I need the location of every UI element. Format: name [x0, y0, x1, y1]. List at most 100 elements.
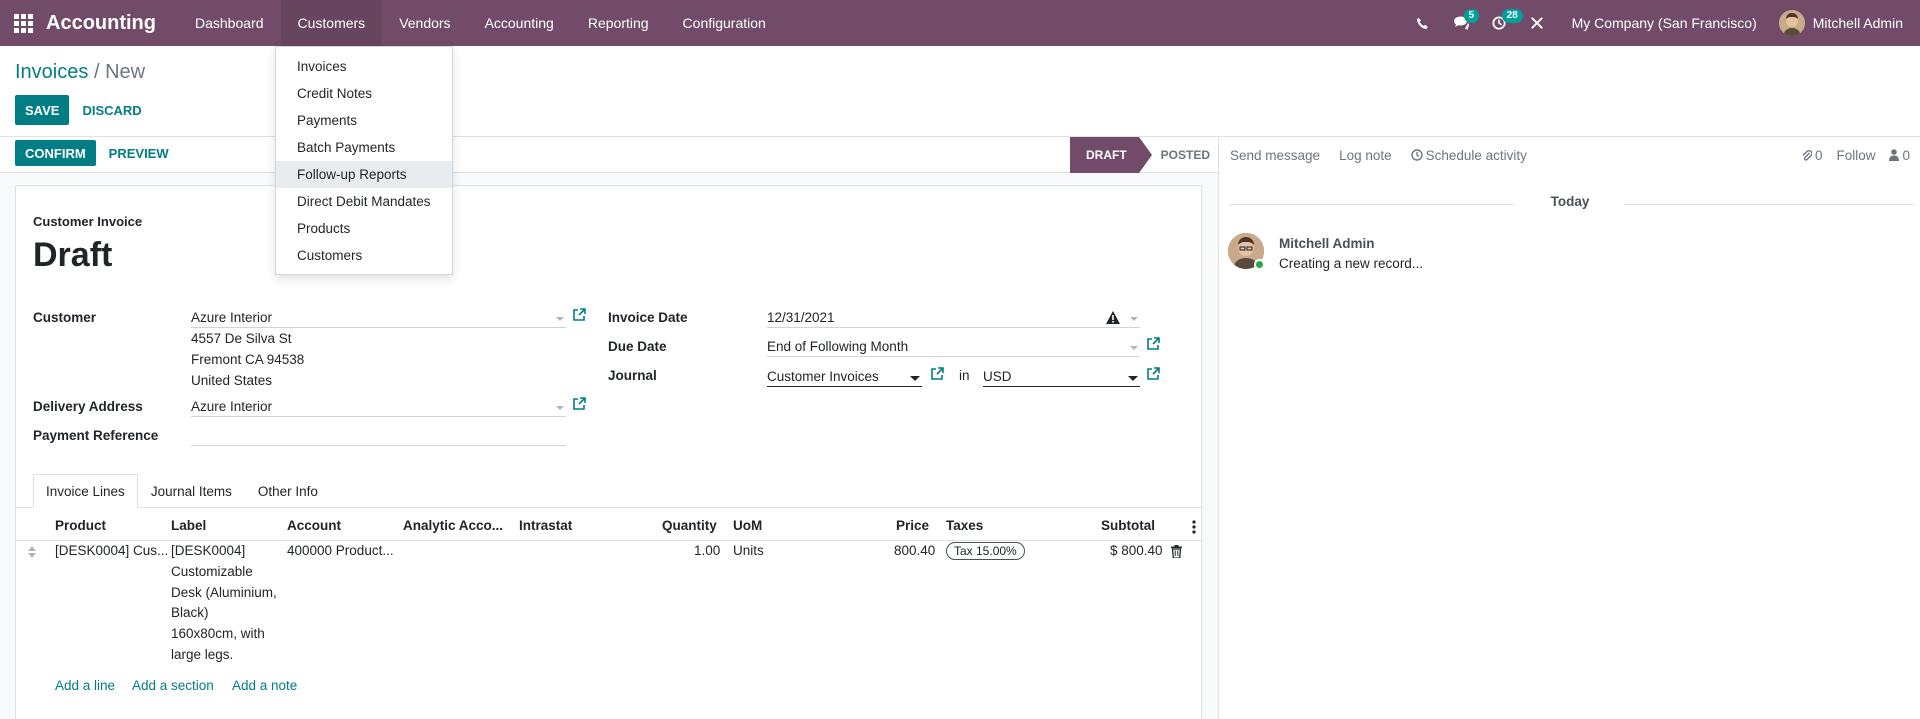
column-uom[interactable]: UoM — [733, 518, 762, 533]
phone-icon[interactable] — [1404, 0, 1442, 46]
cell-label-line-3: Desk (Aluminium, — [171, 585, 277, 600]
status-bar: Confirm Preview Draft Posted — [0, 137, 1218, 173]
column-options-icon[interactable] — [1192, 520, 1196, 534]
column-price[interactable]: Price — [896, 518, 929, 533]
column-analytic-account[interactable]: Analytic Acco... — [403, 518, 503, 533]
external-link-icon[interactable] — [930, 367, 944, 381]
status-step-posted[interactable]: Posted — [1139, 137, 1222, 173]
invoice-date-field[interactable]: 12/31/2021 — [767, 308, 1140, 328]
user-icon — [1889, 149, 1900, 161]
breadcrumb-current: New — [105, 61, 146, 83]
tools-icon[interactable] — [1518, 0, 1556, 46]
apps-icon[interactable] — [0, 0, 46, 46]
chat-icon[interactable]: 5 — [1442, 0, 1480, 46]
schedule-activity-button[interactable]: Schedule activity — [1410, 147, 1527, 163]
payment-reference-input[interactable] — [191, 426, 566, 446]
message-author[interactable]: Mitchell Admin — [1279, 236, 1375, 251]
menu-item-batch-payments[interactable]: Batch Payments — [276, 134, 452, 161]
delivery-address-label: Delivery Address — [33, 399, 143, 414]
preview-button[interactable]: Preview — [99, 140, 179, 166]
menu-accounting[interactable]: Accounting — [468, 0, 571, 46]
avatar — [1778, 10, 1805, 36]
tax-tag: Tax 15.00% — [946, 542, 1025, 560]
chevron-down-icon[interactable] — [1130, 317, 1138, 321]
confirm-button[interactable]: Confirm — [15, 140, 96, 166]
currency-select[interactable]: USD — [983, 367, 1140, 387]
column-product[interactable]: Product — [55, 518, 106, 533]
tab-journal-items[interactable]: Journal Items — [138, 474, 245, 508]
column-subtotal[interactable]: Subtotal — [1101, 518, 1155, 533]
address-line-1: 4557 De Silva St — [191, 331, 292, 346]
cell-price: 800.40 — [894, 543, 936, 558]
delivery-address-field[interactable]: Azure Interior — [191, 397, 566, 417]
trash-icon[interactable] — [1171, 545, 1182, 558]
send-message-button[interactable]: Send message — [1230, 148, 1320, 163]
delivery-address-value: Azure Interior — [191, 399, 273, 414]
menu-item-payments[interactable]: Payments — [276, 107, 452, 134]
warning-icon — [1106, 311, 1120, 324]
menu-item-customers[interactable]: Customers — [276, 242, 452, 269]
menu-item-follow-up-reports[interactable]: Follow-up Reports — [276, 161, 452, 188]
chevron-down-icon[interactable] — [556, 406, 564, 410]
follow-button[interactable]: Follow — [1836, 148, 1875, 163]
menu-customers[interactable]: Customers — [280, 0, 383, 46]
app-name[interactable]: Accounting — [46, 12, 156, 35]
tab-invoice-lines[interactable]: Invoice Lines — [33, 474, 138, 508]
external-link-icon[interactable] — [1146, 337, 1160, 351]
chevron-down-icon[interactable] — [556, 317, 564, 321]
chevron-down-icon[interactable] — [1128, 376, 1138, 381]
external-link-icon[interactable] — [572, 397, 586, 411]
followers-button[interactable]: 0 — [1889, 148, 1910, 163]
attachments-button[interactable]: 0 — [1802, 147, 1823, 163]
column-account[interactable]: Account — [287, 518, 341, 533]
external-link-icon[interactable] — [572, 308, 586, 322]
discard-button[interactable]: Discard — [72, 95, 151, 125]
clock-icon — [1410, 149, 1423, 161]
column-quantity[interactable]: Quantity — [662, 518, 717, 533]
column-label[interactable]: Label — [171, 518, 206, 533]
date-divider-right — [1624, 204, 1914, 205]
due-date-field[interactable]: End of Following Month — [767, 337, 1140, 357]
attachments-count: 0 — [1814, 147, 1823, 163]
company-switcher[interactable]: My Company (San Francisco) — [1556, 15, 1779, 31]
message-body: Creating a new record... — [1279, 256, 1424, 271]
clock-icon[interactable]: 28 — [1480, 0, 1523, 46]
chevron-down-icon[interactable] — [910, 376, 920, 381]
customer-value: Azure Interior — [191, 310, 273, 325]
save-button[interactable]: Save — [15, 95, 70, 125]
table-header-divider — [16, 540, 1201, 541]
journal-select[interactable]: Customer Invoices — [767, 367, 922, 387]
menu-reporting[interactable]: Reporting — [571, 0, 666, 46]
user-menu[interactable]: Mitchell Admin — [1778, 10, 1920, 36]
tab-other-info[interactable]: Other Info — [245, 474, 331, 508]
invoice-date-value: 12/31/2021 — [767, 310, 835, 325]
cell-quantity: 1.00 — [694, 543, 721, 558]
chevron-down-icon[interactable] — [1130, 346, 1138, 350]
menu-item-products[interactable]: Products — [276, 215, 452, 242]
menu-vendors[interactable]: Vendors — [382, 0, 467, 46]
log-note-button[interactable]: Log note — [1339, 148, 1392, 163]
customer-field[interactable]: Azure Interior — [191, 308, 566, 328]
schedule-activity-label: Schedule activity — [1425, 147, 1527, 163]
drag-handle-icon[interactable] — [28, 546, 36, 558]
breadcrumb-invoices[interactable]: Invoices — [15, 61, 88, 83]
menu-item-direct-debit-mandates[interactable]: Direct Debit Mandates — [276, 188, 452, 215]
add-section-link[interactable]: Add a section — [132, 678, 214, 693]
add-note-link[interactable]: Add a note — [232, 678, 297, 693]
external-link-icon[interactable] — [1146, 367, 1160, 381]
cell-product: [DESK0004] Cus... — [55, 543, 169, 558]
column-intrastat[interactable]: Intrastat — [519, 518, 572, 533]
page-title: Draft — [33, 236, 113, 274]
cell-label-line-6: large legs. — [171, 647, 234, 662]
column-taxes[interactable]: Taxes — [946, 518, 983, 533]
add-line-link[interactable]: Add a line — [55, 678, 115, 693]
top-navbar: Accounting Dashboard Customers Vendors A… — [0, 0, 1920, 46]
menu-dashboard[interactable]: Dashboard — [178, 0, 281, 46]
cell-label-line-2: Customizable — [171, 564, 253, 579]
menu-item-credit-notes[interactable]: Credit Notes — [276, 80, 452, 107]
menu-configuration[interactable]: Configuration — [666, 0, 783, 46]
address-line-3: United States — [191, 373, 273, 388]
menu-item-invoices[interactable]: Invoices — [276, 53, 452, 80]
breadcrumb: Invoices / New — [15, 61, 145, 84]
cell-label-line-4: Black) — [171, 605, 209, 620]
